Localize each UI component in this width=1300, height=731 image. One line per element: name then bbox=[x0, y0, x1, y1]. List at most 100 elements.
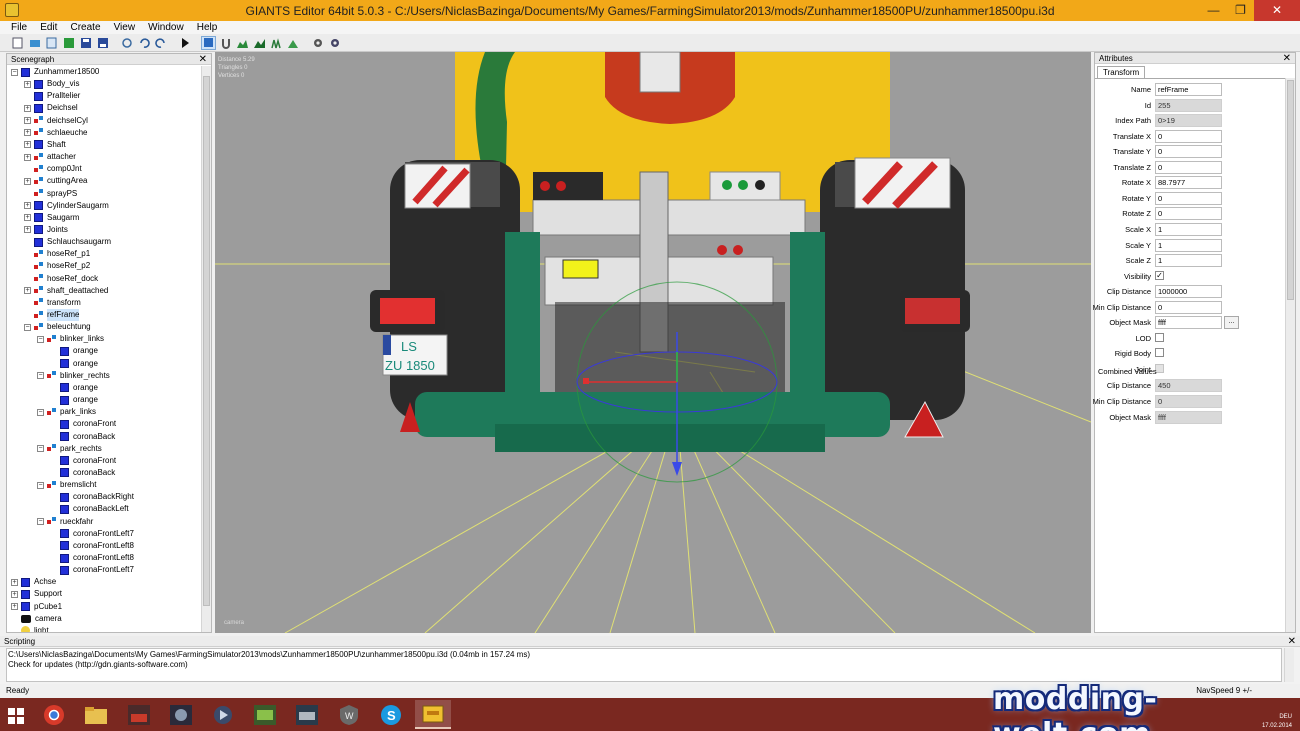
chrome-icon[interactable] bbox=[36, 700, 72, 729]
expand-toggle-icon[interactable]: + bbox=[11, 590, 18, 598]
giants-editor-taskbar-icon[interactable] bbox=[415, 700, 451, 729]
gear-icon[interactable] bbox=[310, 36, 325, 50]
tree-node[interactable]: + Body_vis bbox=[24, 78, 79, 90]
tree-node[interactable]: coronaFrontLeft7 bbox=[50, 528, 134, 540]
tree-node[interactable]: orange bbox=[50, 382, 98, 394]
object-mask-browse-button[interactable]: ... bbox=[1224, 316, 1239, 330]
expand-toggle-icon[interactable]: + bbox=[24, 177, 31, 185]
expand-toggle-icon[interactable]: + bbox=[24, 80, 31, 88]
maximize-button[interactable]: ❐ bbox=[1227, 0, 1254, 21]
tree-node[interactable]: − park_links bbox=[37, 406, 96, 418]
terrain-raise-icon[interactable] bbox=[235, 36, 250, 50]
rotate-z-field[interactable]: 0 bbox=[1155, 207, 1222, 221]
3d-viewport[interactable]: LS ZU 1850 Distance 5.29 Triangles 0 Ver… bbox=[215, 52, 1091, 633]
object-mask-field[interactable]: ffff bbox=[1155, 316, 1222, 330]
scrollbar-thumb[interactable] bbox=[1287, 80, 1294, 300]
expand-toggle-icon[interactable]: + bbox=[24, 117, 31, 125]
tree-node[interactable]: + Joints bbox=[24, 224, 68, 236]
tree-node[interactable]: + Deichsel bbox=[24, 102, 78, 114]
tree-node[interactable]: − blinker_links bbox=[37, 333, 104, 345]
truck-game-icon[interactable] bbox=[289, 700, 325, 729]
tree-node[interactable]: orange bbox=[50, 358, 98, 370]
expand-toggle-icon[interactable]: + bbox=[11, 603, 18, 611]
save-as-icon[interactable] bbox=[95, 36, 110, 50]
save-icon[interactable] bbox=[78, 36, 93, 50]
rotate-x-field[interactable]: 88.7977 bbox=[1155, 176, 1222, 190]
translate-x-field[interactable]: 0 bbox=[1155, 129, 1222, 143]
close-button[interactable]: ✕ bbox=[1254, 0, 1300, 21]
new-file-icon[interactable] bbox=[10, 36, 25, 50]
tree-node[interactable]: orange bbox=[50, 394, 98, 406]
expand-toggle-icon[interactable]: − bbox=[24, 323, 31, 331]
tree-node[interactable]: coronaBack bbox=[50, 431, 115, 443]
tree-node[interactable]: + Saugarm bbox=[24, 212, 79, 224]
clock-date[interactable]: 17.02.2014 bbox=[1262, 723, 1292, 729]
expand-toggle-icon[interactable]: + bbox=[24, 104, 31, 112]
rigid-body-checkbox[interactable] bbox=[1155, 348, 1164, 358]
expand-toggle-icon[interactable]: + bbox=[24, 141, 31, 149]
tree-node[interactable]: + cuttingArea bbox=[24, 175, 87, 187]
tree-node[interactable]: transform bbox=[24, 297, 81, 309]
scale-y-field[interactable]: 1 bbox=[1155, 238, 1222, 252]
reload-icon[interactable] bbox=[61, 36, 76, 50]
tree-node[interactable]: coronaFrontLeft8 bbox=[50, 552, 134, 564]
tree-node[interactable]: camera bbox=[11, 613, 62, 625]
expand-toggle-icon[interactable]: + bbox=[24, 226, 31, 234]
expand-toggle-icon[interactable]: − bbox=[37, 518, 44, 526]
play-icon[interactable] bbox=[177, 36, 192, 50]
scrollbar-thumb[interactable] bbox=[203, 76, 210, 606]
tree-node[interactable]: coronaBackRight bbox=[50, 491, 134, 503]
tree-node[interactable]: hoseRef_p1 bbox=[24, 248, 90, 260]
expand-toggle-icon[interactable]: + bbox=[11, 578, 18, 586]
tree-node[interactable]: − bremslicht bbox=[37, 479, 96, 491]
tree-node[interactable]: + Achse bbox=[11, 576, 56, 588]
expand-toggle-icon[interactable]: − bbox=[37, 335, 44, 343]
expand-toggle-icon[interactable]: + bbox=[24, 153, 31, 161]
expand-toggle-icon[interactable]: + bbox=[24, 202, 31, 210]
farming-sim-icon[interactable] bbox=[121, 700, 157, 729]
skype-icon[interactable]: S bbox=[373, 700, 409, 729]
history-icon[interactable] bbox=[119, 36, 134, 50]
tree-node[interactable]: coronaFrontLeft8 bbox=[50, 540, 134, 552]
tree-node[interactable]: coronaFrontLeft7 bbox=[50, 564, 134, 576]
scripting-close-icon[interactable]: ✕ bbox=[1288, 636, 1296, 647]
open-file-icon[interactable] bbox=[27, 36, 42, 50]
scale-x-field[interactable]: 1 bbox=[1155, 222, 1222, 236]
tree-node[interactable]: + deichselCyl bbox=[24, 115, 88, 127]
tree-node[interactable]: light bbox=[11, 625, 49, 632]
tree-node[interactable]: − park_rechts bbox=[37, 443, 102, 455]
expand-toggle-icon[interactable]: + bbox=[24, 129, 31, 137]
expand-toggle-icon[interactable]: + bbox=[24, 287, 31, 295]
tree-node[interactable]: − blinker_rechts bbox=[37, 370, 110, 382]
menu-edit[interactable]: Edit bbox=[35, 21, 62, 34]
tree-node[interactable]: + shaft_deattached bbox=[24, 285, 108, 297]
import-icon[interactable] bbox=[44, 36, 59, 50]
tree-node[interactable]: orange bbox=[50, 345, 98, 357]
lod-checkbox[interactable] bbox=[1155, 332, 1164, 342]
visibility-checkbox[interactable]: ✓ bbox=[1155, 270, 1164, 280]
tree-node[interactable]: + Support bbox=[11, 588, 62, 600]
scripting-output[interactable]: C:\Users\NiclasBazinga\Documents\My Game… bbox=[6, 648, 1282, 682]
expand-toggle-icon[interactable]: − bbox=[37, 408, 44, 416]
translate-z-field[interactable]: 0 bbox=[1155, 160, 1222, 174]
tree-node[interactable]: − beleuchtung bbox=[24, 321, 91, 333]
scale-z-field[interactable]: 1 bbox=[1155, 254, 1222, 268]
world-of-tanks-icon[interactable]: W bbox=[331, 700, 367, 729]
tree-node[interactable]: coronaBackLeft bbox=[50, 503, 129, 515]
scripting-scrollbar[interactable] bbox=[1284, 648, 1294, 682]
tree-node[interactable]: hoseRef_dock bbox=[24, 273, 98, 285]
magnet-icon[interactable] bbox=[218, 36, 233, 50]
tree-node[interactable]: sprayPS bbox=[24, 188, 77, 200]
tree-node[interactable]: coronaBack bbox=[50, 467, 115, 479]
name-field[interactable]: refFrame bbox=[1155, 83, 1222, 96]
tree-node[interactable]: + schlaeuche bbox=[24, 127, 87, 139]
tree-node[interactable]: Schlauchsaugarm bbox=[24, 236, 111, 248]
windows-start-icon[interactable] bbox=[8, 708, 24, 724]
expand-toggle-icon[interactable]: − bbox=[37, 445, 44, 453]
attributes-close-icon[interactable]: ✕ bbox=[1283, 53, 1291, 64]
foliage-paint-icon[interactable] bbox=[269, 36, 284, 50]
settings-icon[interactable] bbox=[327, 36, 342, 50]
tree-node[interactable]: + pCube1 bbox=[11, 601, 62, 613]
tree-node[interactable]: Pralltelier bbox=[24, 90, 80, 102]
expand-toggle-icon[interactable]: − bbox=[37, 372, 44, 380]
